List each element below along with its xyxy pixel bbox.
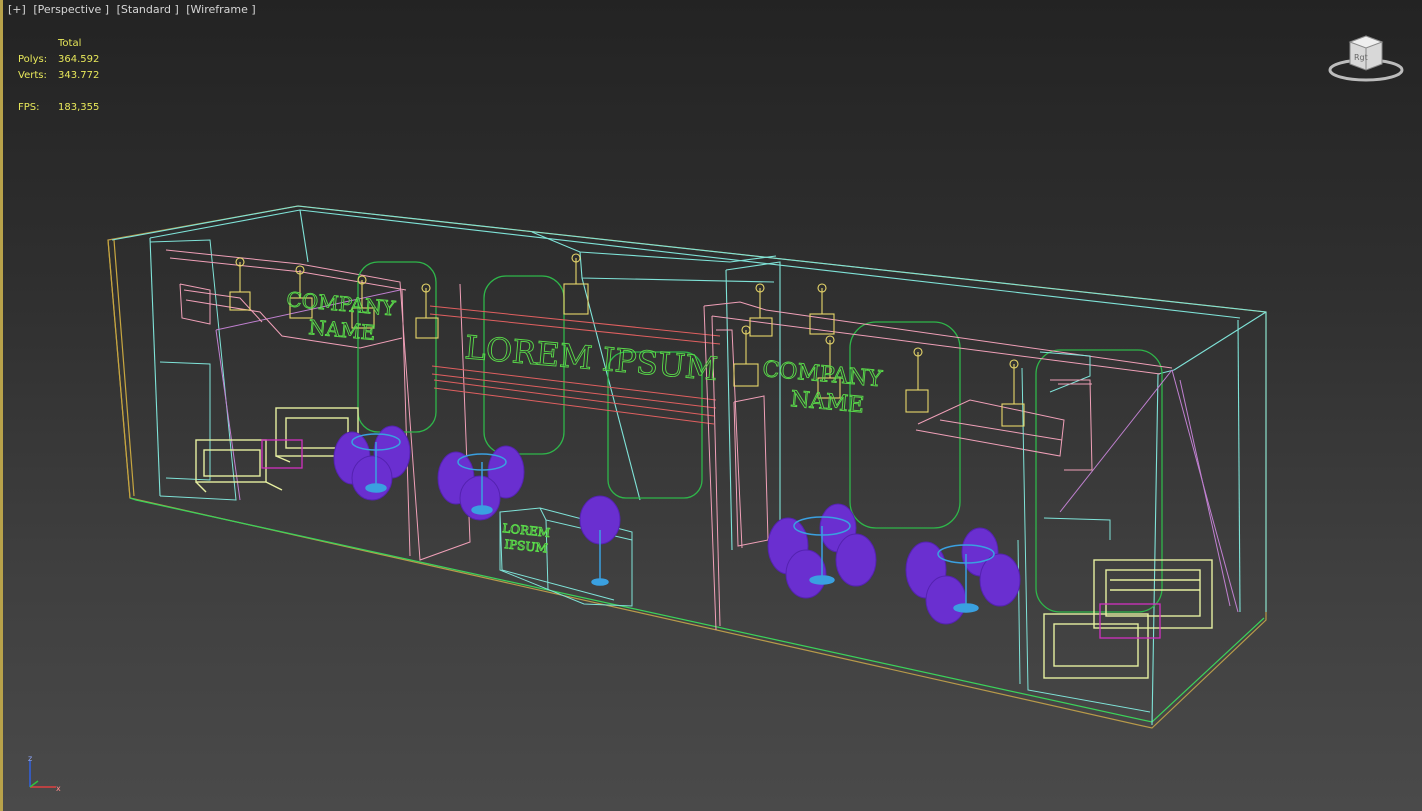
pendant-light bbox=[1001, 359, 1025, 427]
z-axis-label: z bbox=[28, 755, 32, 763]
sign-left-line1: COMPANY bbox=[286, 287, 397, 320]
viewcube[interactable]: Rgt bbox=[1326, 32, 1406, 88]
pendant-light bbox=[733, 325, 759, 387]
chair bbox=[351, 455, 393, 501]
sign-center: LOREM IPSUM bbox=[463, 328, 719, 388]
chairs bbox=[333, 425, 1021, 625]
booth-frame bbox=[111, 205, 1267, 726]
sofa bbox=[195, 439, 283, 493]
y-axis-icon bbox=[29, 780, 39, 788]
viewcube-face-label: Rgt bbox=[1354, 53, 1368, 62]
coffee-table bbox=[1099, 603, 1161, 639]
pendant-light bbox=[415, 283, 439, 339]
axis-tripod: z x bbox=[28, 755, 61, 793]
wireframe-scene[interactable]: COMPANY NAME LOREM IPSUM COMPANY NAME LO… bbox=[0, 0, 1422, 811]
3d-viewport[interactable]: [+] [Perspective ] [Standard ] [Wirefram… bbox=[0, 0, 1422, 811]
x-axis-label: x bbox=[56, 784, 61, 793]
pendant-light bbox=[563, 253, 589, 315]
pendant-light bbox=[809, 283, 835, 335]
counter-sign-line2: IPSUM bbox=[504, 537, 549, 555]
pendant-light bbox=[905, 347, 929, 413]
coffee-table bbox=[261, 439, 303, 469]
sofa bbox=[1043, 613, 1149, 679]
chair bbox=[785, 549, 827, 599]
chair bbox=[835, 533, 877, 587]
sofa bbox=[1093, 559, 1213, 629]
sign-right-line2: NAME bbox=[789, 387, 865, 418]
chair bbox=[979, 553, 1021, 607]
chair bbox=[925, 575, 967, 625]
sign-left-line2: NAME bbox=[308, 315, 377, 345]
